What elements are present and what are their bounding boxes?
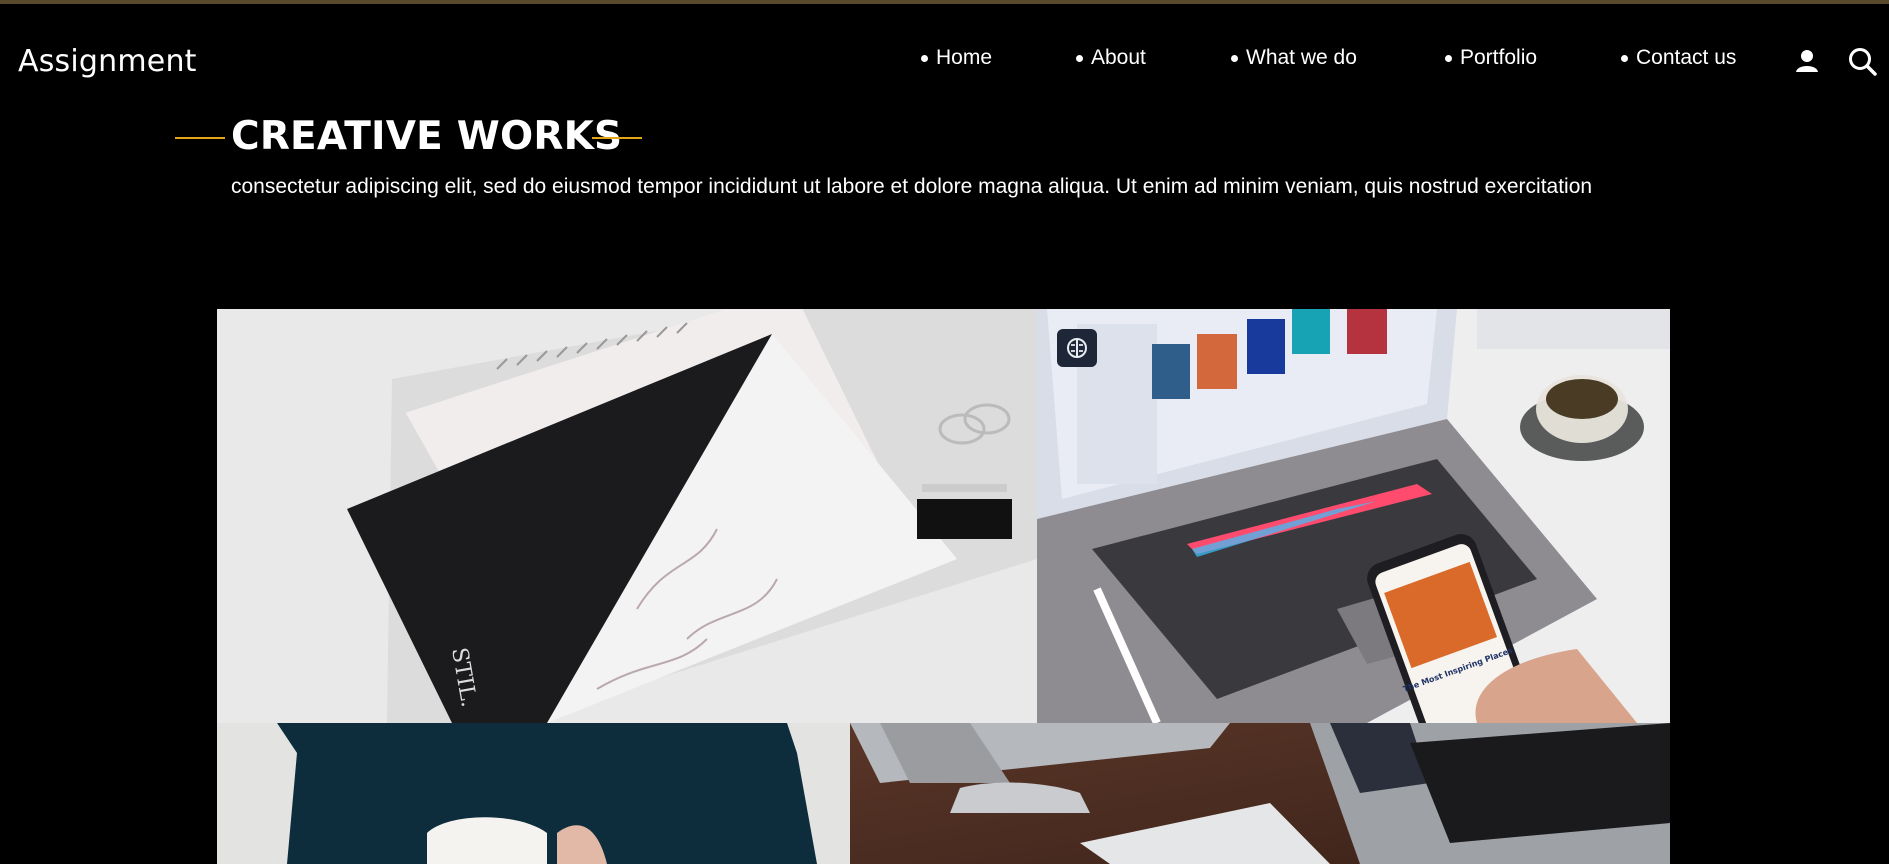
bullet-icon xyxy=(1445,54,1452,62)
portfolio-item-laptop[interactable]: The Most Inspiring Places xyxy=(1037,309,1670,723)
person-with-mug-image xyxy=(217,723,850,864)
nav-item-label: What we do xyxy=(1246,46,1357,69)
bullet-icon xyxy=(1076,54,1083,62)
section-description: consectetur adipiscing elit, sed do eius… xyxy=(231,175,1593,198)
heading-left-line xyxy=(175,137,225,139)
top-accent-line xyxy=(0,0,1889,4)
brain-icon xyxy=(1067,338,1087,358)
nav-item-about[interactable]: About xyxy=(1076,46,1146,70)
brand-logo[interactable]: Assignment xyxy=(18,44,197,79)
nav-item-label: Home xyxy=(936,46,993,69)
user-icon[interactable] xyxy=(1792,46,1822,76)
section-title: CREATIVE WORKS xyxy=(231,114,623,159)
nav-item-label: Contact us xyxy=(1636,46,1737,69)
bullet-icon xyxy=(921,54,928,62)
portfolio-item-workspace[interactable] xyxy=(850,723,1670,864)
imac-and-laptop-image xyxy=(850,723,1670,864)
bullet-icon xyxy=(1621,54,1628,62)
laptop-phone-image: The Most Inspiring Places xyxy=(1037,309,1670,723)
nav-item-home[interactable]: Home xyxy=(921,46,992,70)
nav-item-label: About xyxy=(1091,46,1146,69)
stationery-mockup-image: STIL. xyxy=(217,309,1037,723)
search-icon[interactable] xyxy=(1847,46,1877,76)
nav-item-label: Portfolio xyxy=(1460,46,1538,69)
nav-item-contact-us[interactable]: Contact us xyxy=(1621,46,1736,70)
portfolio-item-stationery[interactable]: STIL. xyxy=(217,309,1037,723)
ai-brain-badge[interactable] xyxy=(1057,329,1097,367)
portfolio-item-person[interactable] xyxy=(217,723,850,864)
heading-right-line xyxy=(592,137,642,139)
nav-item-what-we-do[interactable]: What we do xyxy=(1231,46,1357,70)
nav-item-portfolio[interactable]: Portfolio xyxy=(1445,46,1537,70)
bullet-icon xyxy=(1231,54,1238,62)
